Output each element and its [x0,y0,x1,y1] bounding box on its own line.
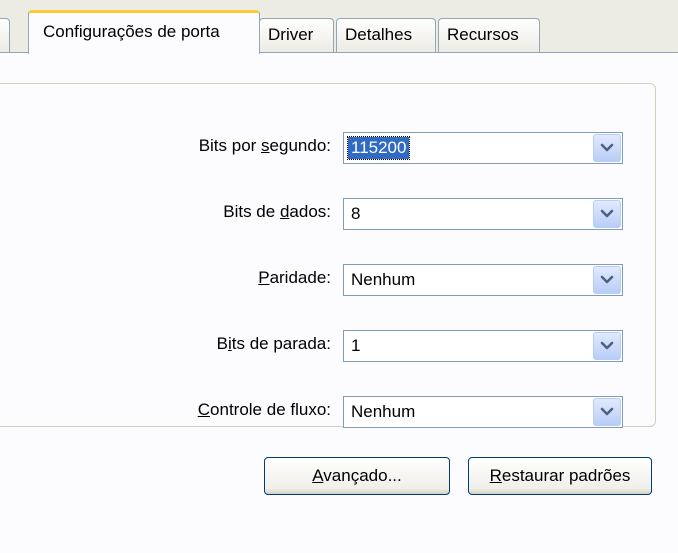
chevron-down-icon [600,143,614,152]
chevron-down-icon [600,341,614,350]
flow-control-value: Nenhum [351,402,416,421]
tab-details-label: Detalhes [345,25,413,44]
flow-control-select[interactable]: Nenhum [343,396,623,428]
tab-port-settings[interactable]: Configurações de porta [28,10,260,54]
stop-bits-value: 1 [351,336,361,355]
tab-resources-label: Recursos [447,25,519,44]
data-bits-dropdown-button[interactable] [593,200,621,228]
bits-per-second-label: Bits por segundo: [198,136,331,155]
data-bits-select[interactable]: 8 [343,198,623,230]
restore-defaults-button[interactable]: Restaurar padrões [468,457,652,495]
tab-page-panel: Bits por segundo: 115200 Bits de dados: … [0,52,678,553]
flow-control-dropdown-button[interactable] [593,398,621,426]
tab-driver[interactable]: Driver [259,18,334,52]
tab-strip: l Configurações de porta Driver Detalhes… [0,0,678,54]
tab-port-settings-label: Configurações de porta [43,22,220,41]
bits-per-second-value: 115200 [346,136,411,160]
parity-label: Paridade: [258,268,331,287]
parity-value: Nenhum [351,270,416,289]
parity-row: Paridade: Nenhum [0,264,629,296]
tab-details[interactable]: Detalhes [336,18,436,52]
advanced-button[interactable]: Avançado... [264,457,450,495]
tab-general[interactable]: l [0,18,10,52]
bits-per-second-select[interactable]: 115200 [343,132,623,164]
chevron-down-icon [600,407,614,416]
port-settings-group: Bits por segundo: 115200 Bits de dados: … [0,83,656,428]
chevron-down-icon [600,275,614,284]
parity-select[interactable]: Nenhum [343,264,623,296]
chevron-down-icon [600,209,614,218]
stop-bits-dropdown-button[interactable] [593,332,621,360]
stop-bits-select[interactable]: 1 [343,330,623,362]
data-bits-label: Bits de dados: [223,202,331,221]
flow-control-row: Controle de fluxo: Nenhum [0,396,629,428]
data-bits-value: 8 [351,204,361,223]
parity-dropdown-button[interactable] [593,266,621,294]
data-bits-row: Bits de dados: 8 [0,198,629,230]
flow-control-label: Controle de fluxo: [197,400,331,419]
stop-bits-label: Bits de parada: [216,334,331,353]
stop-bits-row: Bits de parada: 1 [0,330,629,362]
tab-driver-label: Driver [268,25,314,44]
bits-per-second-row: Bits por segundo: 115200 [0,132,629,164]
bits-per-second-dropdown-button[interactable] [593,134,621,162]
tab-resources[interactable]: Recursos [438,18,540,52]
